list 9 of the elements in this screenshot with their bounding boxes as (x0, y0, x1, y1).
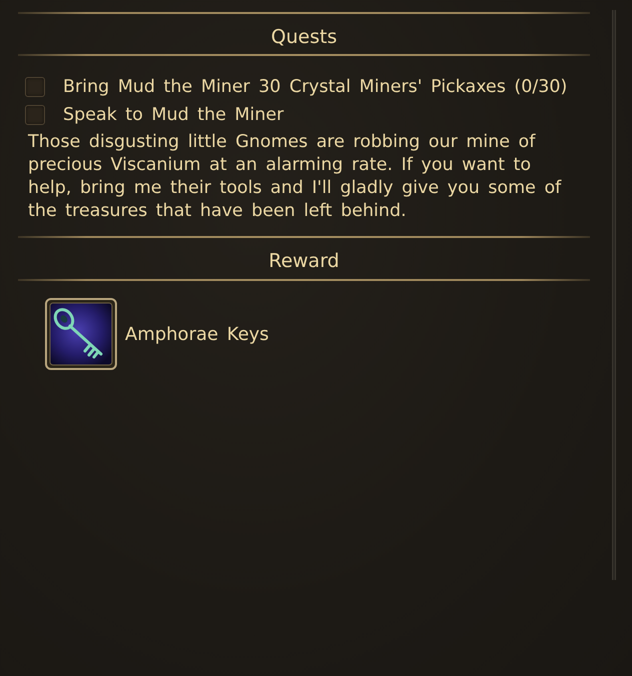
reward-item-name: Amphorae Keys (125, 324, 269, 344)
objective-text: Speak to Mud the Miner (63, 105, 284, 125)
section-heading: Reward (268, 250, 340, 272)
section-heading: Quests (271, 26, 337, 48)
key-icon (45, 298, 117, 370)
checkbox[interactable] (25, 105, 45, 125)
quest-description: Those disgusting little Gnomes are robbing our mine of precious Viscanium at an alarming rate. If you want to help, bring me their tools and I'll gladly give you some of the treasures that have been left behind. (28, 131, 562, 223)
objective-text: Bring Mud the Miner 30 Crystal Miners' Pickaxes (0/30) (63, 77, 568, 97)
checkbox[interactable] (25, 77, 45, 97)
